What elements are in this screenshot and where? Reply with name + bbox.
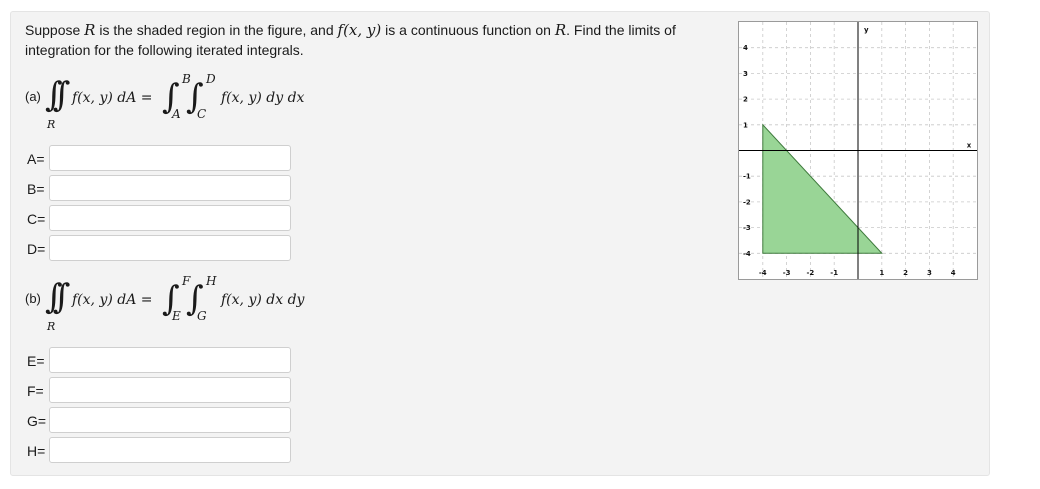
double-integral-symbol: ∫∫: [45, 75, 71, 115]
part-b-lhs: f(x, y) dA =: [72, 292, 153, 308]
answer-input-f[interactable]: [49, 377, 291, 403]
answer-label-b: B=: [27, 181, 45, 197]
prompt-text-3: is a continuous function on: [381, 22, 555, 38]
part-a-inner-upper: D: [206, 72, 216, 86]
answer-label-e: E=: [27, 353, 45, 369]
part-a-inner-lower: C: [197, 107, 207, 121]
x-tick-label: -1: [830, 269, 838, 277]
answer-input-g[interactable]: [49, 407, 291, 433]
part-a-lhs: f(x, y) dA =: [72, 90, 153, 106]
answer-input-d[interactable]: [49, 235, 291, 261]
part-b-inner-lower: G: [197, 309, 207, 323]
y-axis-label: y: [864, 26, 869, 34]
prompt-var-r: R: [84, 21, 96, 39]
prompt-text-2: is the shaded region in the figure, and: [95, 22, 338, 38]
y-tick-label: 1: [743, 121, 748, 129]
answer-label-h: H=: [27, 443, 46, 459]
y-tick-label: 4: [743, 44, 748, 52]
question-prompt: Suppose R is the shaded region in the fi…: [25, 20, 715, 60]
y-tick-label: 2: [743, 96, 748, 104]
x-tick-label: 2: [903, 269, 908, 277]
outer-integral-symbol: ∫: [162, 279, 179, 319]
prompt-text-1: Suppose: [25, 22, 85, 38]
answer-input-c[interactable]: [49, 205, 291, 231]
part-b-integral: (b) ∫∫ R f(x, y) dA = ∫ F E ∫ H G f(x, y…: [25, 274, 355, 348]
answer-label-c: C=: [27, 211, 46, 227]
outer-integral-symbol: ∫: [162, 77, 179, 117]
x-axis-label: x: [967, 142, 972, 150]
x-tick-label: 3: [927, 269, 932, 277]
answer-label-f: F=: [27, 383, 44, 399]
part-b-inner-upper: H: [206, 274, 217, 288]
y-tick-label: 3: [743, 70, 748, 78]
answer-label-g: G=: [27, 413, 47, 429]
part-b-label: (b): [25, 291, 41, 306]
answer-input-e[interactable]: [49, 347, 291, 373]
x-tick-label: -3: [783, 269, 791, 277]
answer-label-a: A=: [27, 151, 45, 167]
x-tick-label: -4: [759, 269, 767, 277]
part-b-outer-lower: E: [172, 309, 181, 323]
answer-input-h[interactable]: [49, 437, 291, 463]
region-graph-svg: -4 -3 -2 -1 1 2 3 4 4 3 2 1 -1 -2 -3 -4 x y: [739, 22, 977, 279]
region-subscript: R: [47, 118, 56, 131]
region-subscript: R: [47, 320, 56, 333]
region-graph: -4 -3 -2 -1 1 2 3 4 4 3 2 1 -1 -2 -3 -4 x y: [738, 21, 978, 280]
x-tick-label: 4: [951, 269, 956, 277]
prompt-var-r-2: R: [554, 21, 567, 39]
y-tick-label: -3: [743, 224, 751, 232]
answer-input-b[interactable]: [49, 175, 291, 201]
y-tick-label: -1: [743, 173, 751, 181]
part-a-outer-lower: A: [172, 107, 181, 121]
part-a-integral: (a) ∫∫ R f(x, y) dA = ∫ B A ∫ D C f(x, y…: [25, 72, 345, 146]
prompt-function: f(x, y): [337, 21, 382, 39]
part-a-label: (a): [25, 89, 41, 104]
y-tick-label: -2: [743, 198, 751, 206]
inner-integral-symbol: ∫: [186, 77, 203, 117]
answer-label-d: D=: [27, 241, 46, 257]
part-b-rhs: f(x, y) dx dy: [221, 292, 305, 308]
inner-integral-symbol: ∫: [186, 279, 203, 319]
answer-input-a[interactable]: [49, 145, 291, 171]
y-tick-label: -4: [743, 250, 751, 258]
shaded-region: [762, 123, 883, 254]
double-integral-symbol: ∫∫: [45, 277, 71, 317]
x-tick-label: 1: [879, 269, 884, 277]
x-tick-label: -2: [807, 269, 815, 277]
part-a-rhs: f(x, y) dy dx: [221, 90, 305, 106]
